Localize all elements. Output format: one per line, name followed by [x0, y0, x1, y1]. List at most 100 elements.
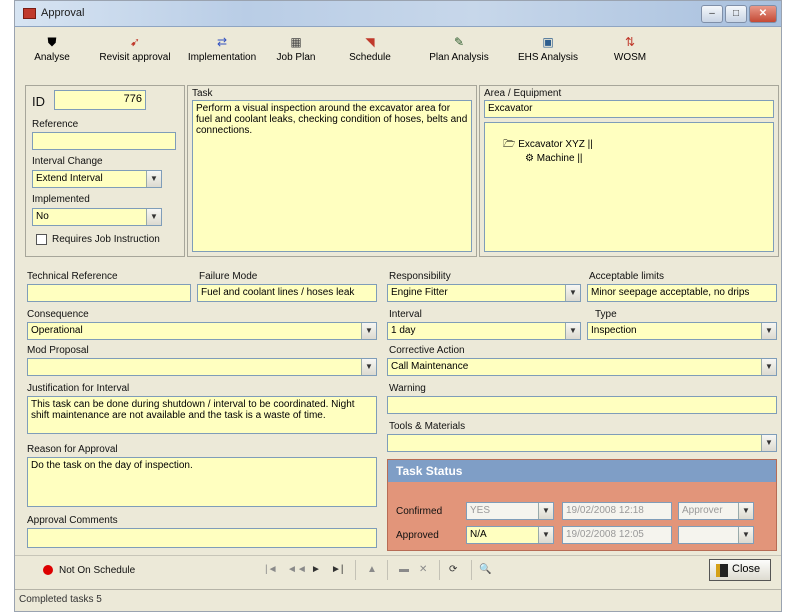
interval-change-value: Extend Interval [36, 173, 103, 184]
close-window-button[interactable]: ✕ [749, 5, 777, 23]
approval-window: Approval – □ ✕ ⛊ Analyse ➹ Revisit appro… [14, 0, 782, 612]
wosm-button[interactable]: ⇅ WOSM [605, 31, 655, 75]
ehs-analysis-icon: ▣ [542, 35, 554, 49]
responsibility-value: Engine Fitter [391, 287, 448, 298]
confirmed-label: Confirmed [396, 506, 443, 517]
corrective-label: Corrective Action [389, 345, 465, 356]
type-select[interactable]: Inspection ▼ [587, 322, 777, 340]
previous-record-button[interactable]: ◄◄ [287, 564, 307, 575]
plan-analysis-button[interactable]: ✎ Plan Analysis [423, 31, 495, 75]
acceptable-field[interactable]: Minor seepage acceptable, no drips [587, 284, 777, 302]
implementation-icon: ⇄ [216, 35, 228, 49]
close-button[interactable]: Close [709, 559, 771, 581]
interval-change-label: Interval Change [32, 156, 103, 167]
last-record-button[interactable]: ►| [331, 564, 344, 575]
chevron-down-icon[interactable]: ▼ [146, 209, 161, 225]
analyse-label: Analyse [34, 52, 70, 63]
chevron-down-icon[interactable]: ▼ [565, 285, 580, 301]
record-dot-icon [43, 565, 53, 575]
corrective-select[interactable]: Call Maintenance ▼ [387, 358, 777, 376]
chevron-down-icon[interactable]: ▼ [738, 503, 753, 519]
confirmed-by-select[interactable]: YES ▼ [466, 502, 554, 520]
minimize-button[interactable]: – [701, 5, 723, 23]
id-field[interactable]: 776 [54, 90, 146, 110]
chevron-down-icon[interactable]: ▼ [146, 171, 161, 187]
chevron-down-icon[interactable]: ▼ [538, 503, 553, 519]
window-title: Approval [41, 7, 85, 19]
failure-mode-field[interactable]: Fuel and coolant lines / hoses leak [197, 284, 377, 302]
mod-proposal-select[interactable]: ▼ [27, 358, 377, 376]
divider [471, 560, 472, 580]
acceptable-label: Acceptable limits [589, 271, 665, 282]
ehs-analysis-button[interactable]: ▣ EHS Analysis [515, 31, 581, 75]
schedule-button[interactable]: ◥ Schedule [345, 31, 395, 75]
revisit-approval-button[interactable]: ➹ Revisit approval [95, 31, 175, 75]
area-field[interactable]: Excavator [484, 100, 774, 118]
ehs-analysis-label: EHS Analysis [517, 52, 579, 63]
save-button[interactable]: ▬ [399, 564, 409, 575]
responsibility-select[interactable]: Engine Fitter ▼ [387, 284, 581, 302]
interval-value: 1 day [391, 325, 416, 336]
chevron-down-icon[interactable]: ▼ [761, 435, 776, 451]
analyse-button[interactable]: ⛊ Analyse [27, 31, 77, 75]
interval-change-select[interactable]: Extend Interval ▼ [32, 170, 162, 188]
maximize-button[interactable]: □ [725, 5, 747, 23]
schedule-label: Schedule [349, 52, 391, 63]
reference-field[interactable] [32, 132, 176, 150]
chevron-down-icon[interactable]: ▼ [538, 527, 553, 543]
chevron-down-icon[interactable]: ▼ [761, 323, 776, 339]
implementation-button[interactable]: ⇄ Implementation [187, 31, 257, 75]
technical-ref-field[interactable] [27, 284, 191, 302]
cancel-button[interactable]: ✕ [419, 564, 427, 575]
warning-field[interactable] [387, 396, 777, 414]
type-label: Type [595, 309, 617, 320]
reason-label: Reason for Approval [27, 444, 118, 455]
confirmed-by-value: YES [470, 505, 491, 516]
next-record-button[interactable]: ► [311, 564, 321, 575]
left-panel: ID 776 Reference Interval Change Extend … [25, 85, 185, 257]
chevron-down-icon[interactable]: ▼ [361, 359, 376, 375]
consequence-select[interactable]: Operational ▼ [27, 322, 377, 340]
implemented-select[interactable]: No ▼ [32, 208, 162, 226]
first-record-button[interactable]: |◄ [265, 564, 278, 575]
implementation-label: Implementation [187, 52, 257, 63]
plan-analysis-icon: ✎ [453, 35, 465, 49]
up-button[interactable]: ▲ [367, 564, 377, 575]
schedule-icon: ◥ [365, 35, 375, 49]
refresh-button[interactable]: ⟳ [449, 564, 457, 575]
task-text[interactable]: Perform a visual inspection around the e… [192, 100, 472, 252]
schedule-status-label[interactable]: Not On Schedule [59, 565, 135, 576]
justification-field[interactable]: This task can be done during shutdown / … [27, 396, 377, 434]
comments-field[interactable] [27, 528, 377, 548]
task-status-title: Task Status [388, 460, 776, 482]
search-button[interactable]: 🔍 [479, 564, 491, 575]
job-instruction-checkbox[interactable] [36, 234, 47, 245]
analyse-icon: ⛊ [47, 35, 57, 49]
interval-select[interactable]: 1 day ▼ [387, 322, 581, 340]
reason-field[interactable]: Do the task on the day of inspection. [27, 457, 377, 507]
consequence-value: Operational [31, 325, 83, 336]
chevron-down-icon[interactable]: ▼ [738, 527, 753, 543]
implemented-label: Implemented [32, 194, 90, 205]
job-plan-button[interactable]: ▦ Job Plan [271, 31, 321, 75]
chevron-down-icon[interactable]: ▼ [565, 323, 580, 339]
tree-node-label: Excavator XYZ || [518, 139, 593, 150]
approved-date-field[interactable]: 19/02/2008 12:05 [562, 526, 672, 544]
task-status-panel: Task Status Confirmed YES ▼ 19/02/2008 1… [387, 459, 777, 551]
approved-by-value: N/A [470, 529, 487, 540]
status-text: Completed tasks 5 [19, 594, 102, 605]
approved-role-select[interactable]: ▼ [678, 526, 754, 544]
equipment-tree[interactable]: 🗁 Excavator XYZ || ⚙ Machine || [484, 122, 774, 252]
title-bar[interactable]: Approval – □ ✕ [15, 1, 781, 27]
implemented-value: No [36, 211, 49, 222]
approved-by-select[interactable]: N/A ▼ [466, 526, 554, 544]
wosm-icon: ⇅ [624, 35, 636, 49]
confirmed-date-field[interactable]: 19/02/2008 12:18 [562, 502, 672, 520]
chevron-down-icon[interactable]: ▼ [361, 323, 376, 339]
tree-node-machine[interactable]: ⚙ Machine || [525, 153, 583, 164]
tree-node-excavator[interactable]: 🗁 Excavator XYZ || [503, 137, 593, 154]
status-bar: Completed tasks 5 [15, 589, 781, 611]
tools-select[interactable]: ▼ [387, 434, 777, 452]
confirmed-role-select[interactable]: Approver ▼ [678, 502, 754, 520]
chevron-down-icon[interactable]: ▼ [761, 359, 776, 375]
